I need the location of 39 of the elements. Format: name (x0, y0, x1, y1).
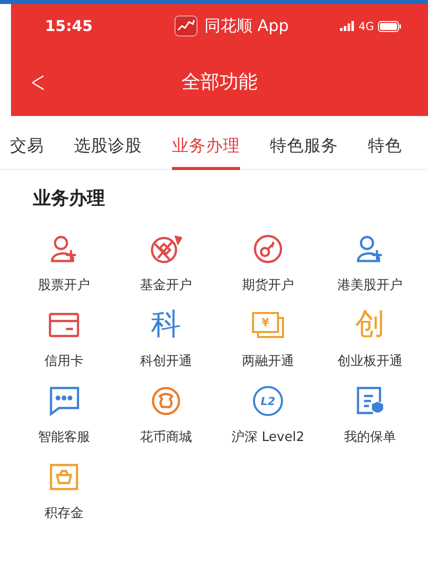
chat-bubble-icon (48, 386, 80, 416)
feature-button[interactable]: L2 沪深 Level2 (217, 384, 319, 446)
basket-icon (49, 463, 79, 491)
coin-icon (151, 386, 181, 416)
status-time: 15:45 (45, 17, 93, 35)
section-title: 业务办理 (32, 187, 105, 210)
battery-icon (378, 20, 402, 32)
app-logo-icon (174, 15, 198, 37)
feature-button[interactable]: 我的保单 (319, 384, 421, 446)
category-tab[interactable]: 特色 (368, 134, 402, 170)
category-tab[interactable]: 选股诊股 (74, 134, 142, 170)
feature-button[interactable]: 科 科创开通 (115, 308, 217, 370)
feature-button[interactable]: 信用卡 (13, 308, 115, 370)
feature-button[interactable]: 花币商城 (115, 384, 217, 446)
page-title: 全部功能 (182, 70, 258, 95)
feature-button[interactable]: 股票开户 (13, 232, 115, 294)
level2-badge-icon: L2 (253, 386, 283, 416)
glyph-icon: 创 (355, 308, 385, 342)
feature-button[interactable]: 创 创业板开通 (319, 308, 421, 370)
globe-icon (150, 234, 182, 264)
glyph-icon: 科 (151, 308, 181, 342)
person-add-icon (49, 234, 79, 264)
category-tab[interactable]: 交易 (10, 134, 44, 170)
feature-button[interactable]: 基金开户 (115, 232, 217, 294)
back-button[interactable]: < (20, 64, 46, 100)
document-shield-icon (355, 386, 385, 416)
feature-button[interactable]: 期货开户 (217, 232, 319, 294)
category-tab[interactable]: 特色服务 (270, 134, 338, 170)
feature-button[interactable]: 智能客服 (13, 384, 115, 446)
category-tab[interactable]: 业务办理 (172, 134, 240, 170)
app-name: 同花顺 App (204, 16, 289, 36)
signal-icon (340, 21, 354, 31)
feature-button[interactable]: ¥ 两融开通 (217, 308, 319, 370)
feature-button[interactable]: 积存金 (13, 460, 115, 522)
credit-card-icon (48, 312, 80, 338)
key-icon (253, 234, 283, 264)
person-add-icon (355, 234, 385, 264)
feature-button[interactable]: 港美股开户 (319, 232, 421, 294)
network-type: 4G (358, 20, 374, 32)
